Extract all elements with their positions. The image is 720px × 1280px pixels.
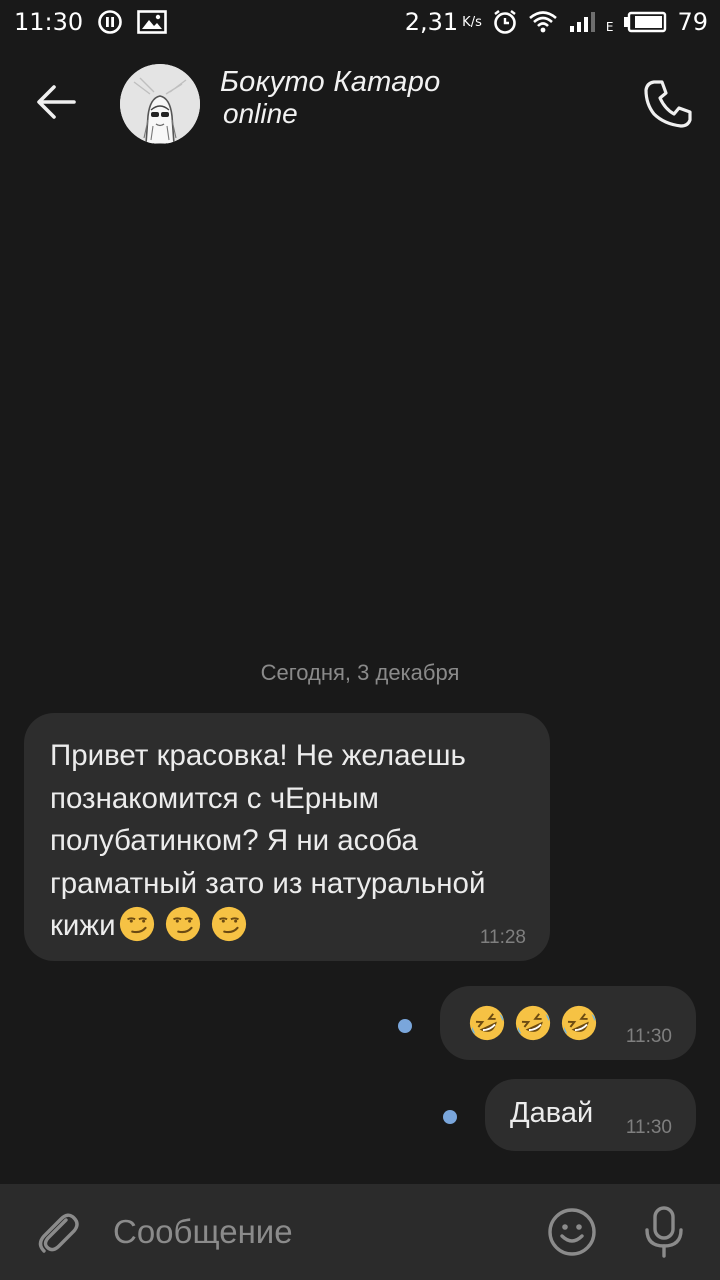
wifi-icon (528, 10, 558, 34)
pause-circle-icon (97, 9, 123, 35)
speed-unit: K/s (462, 14, 482, 30)
rofl-emoji-icon (469, 1005, 505, 1041)
attach-button[interactable] (32, 1206, 84, 1258)
smirk-emoji-icon (165, 906, 200, 942)
emoji-button[interactable] (546, 1206, 598, 1258)
message-text: Привет красовка! Не желаешь познакомится… (50, 735, 526, 948)
message-input-bar (0, 1184, 720, 1280)
unread-indicator (443, 1110, 457, 1124)
emoji-group (118, 905, 248, 943)
signal-icon (568, 10, 602, 34)
call-button[interactable] (640, 76, 696, 132)
message-text-content: Привет красовка! Не желаешь познакомится… (50, 739, 486, 942)
avatar-illustration-icon (120, 64, 200, 144)
emoji-group (468, 1004, 598, 1042)
chat-screen: 11:30 2,31 K/s E 79 Бокуто Катаро online… (0, 0, 720, 1280)
network-type: E (605, 20, 614, 34)
date-separator: Сегодня, 3 декабря (260, 660, 460, 685)
contact-name[interactable]: Бокуто Катаро (220, 66, 441, 99)
status-bar: 11:30 2,31 K/s E 79 (0, 0, 720, 44)
message-text: Давай (510, 1097, 594, 1129)
message-bubble-incoming[interactable]: Привет красовка! Не желаешь познакомится… (24, 713, 550, 961)
message-time: 11:28 (479, 927, 526, 948)
smirk-emoji-icon (211, 906, 246, 942)
battery-level: 79 (677, 8, 708, 36)
phone-icon (644, 80, 692, 128)
smiley-icon (548, 1208, 596, 1256)
network-speed: 2,31 (404, 8, 459, 36)
back-arrow-icon (37, 85, 76, 119)
microphone-icon (645, 1206, 683, 1258)
message-time: 11:30 (625, 1026, 672, 1047)
back-button[interactable] (32, 78, 80, 126)
message-time: 11:30 (625, 1117, 672, 1138)
contact-status: online (223, 98, 298, 129)
smirk-emoji-icon (119, 906, 154, 942)
alarm-icon (492, 9, 518, 35)
voice-message-button[interactable] (640, 1204, 688, 1260)
paperclip-icon (38, 1213, 79, 1253)
battery-icon (623, 11, 667, 33)
message-input[interactable] (113, 1208, 513, 1256)
rofl-emoji-icon (515, 1005, 551, 1041)
chat-header: Бокуто Катаро online (0, 50, 720, 160)
rofl-emoji-icon (561, 1005, 597, 1041)
unread-indicator (398, 1019, 412, 1033)
status-time: 11:30 (14, 8, 84, 36)
avatar[interactable] (120, 64, 200, 144)
message-bubble-outgoing[interactable]: Давай 11:30 (485, 1079, 696, 1151)
message-bubble-outgoing[interactable]: 11:30 (440, 986, 696, 1060)
image-icon (137, 10, 167, 34)
